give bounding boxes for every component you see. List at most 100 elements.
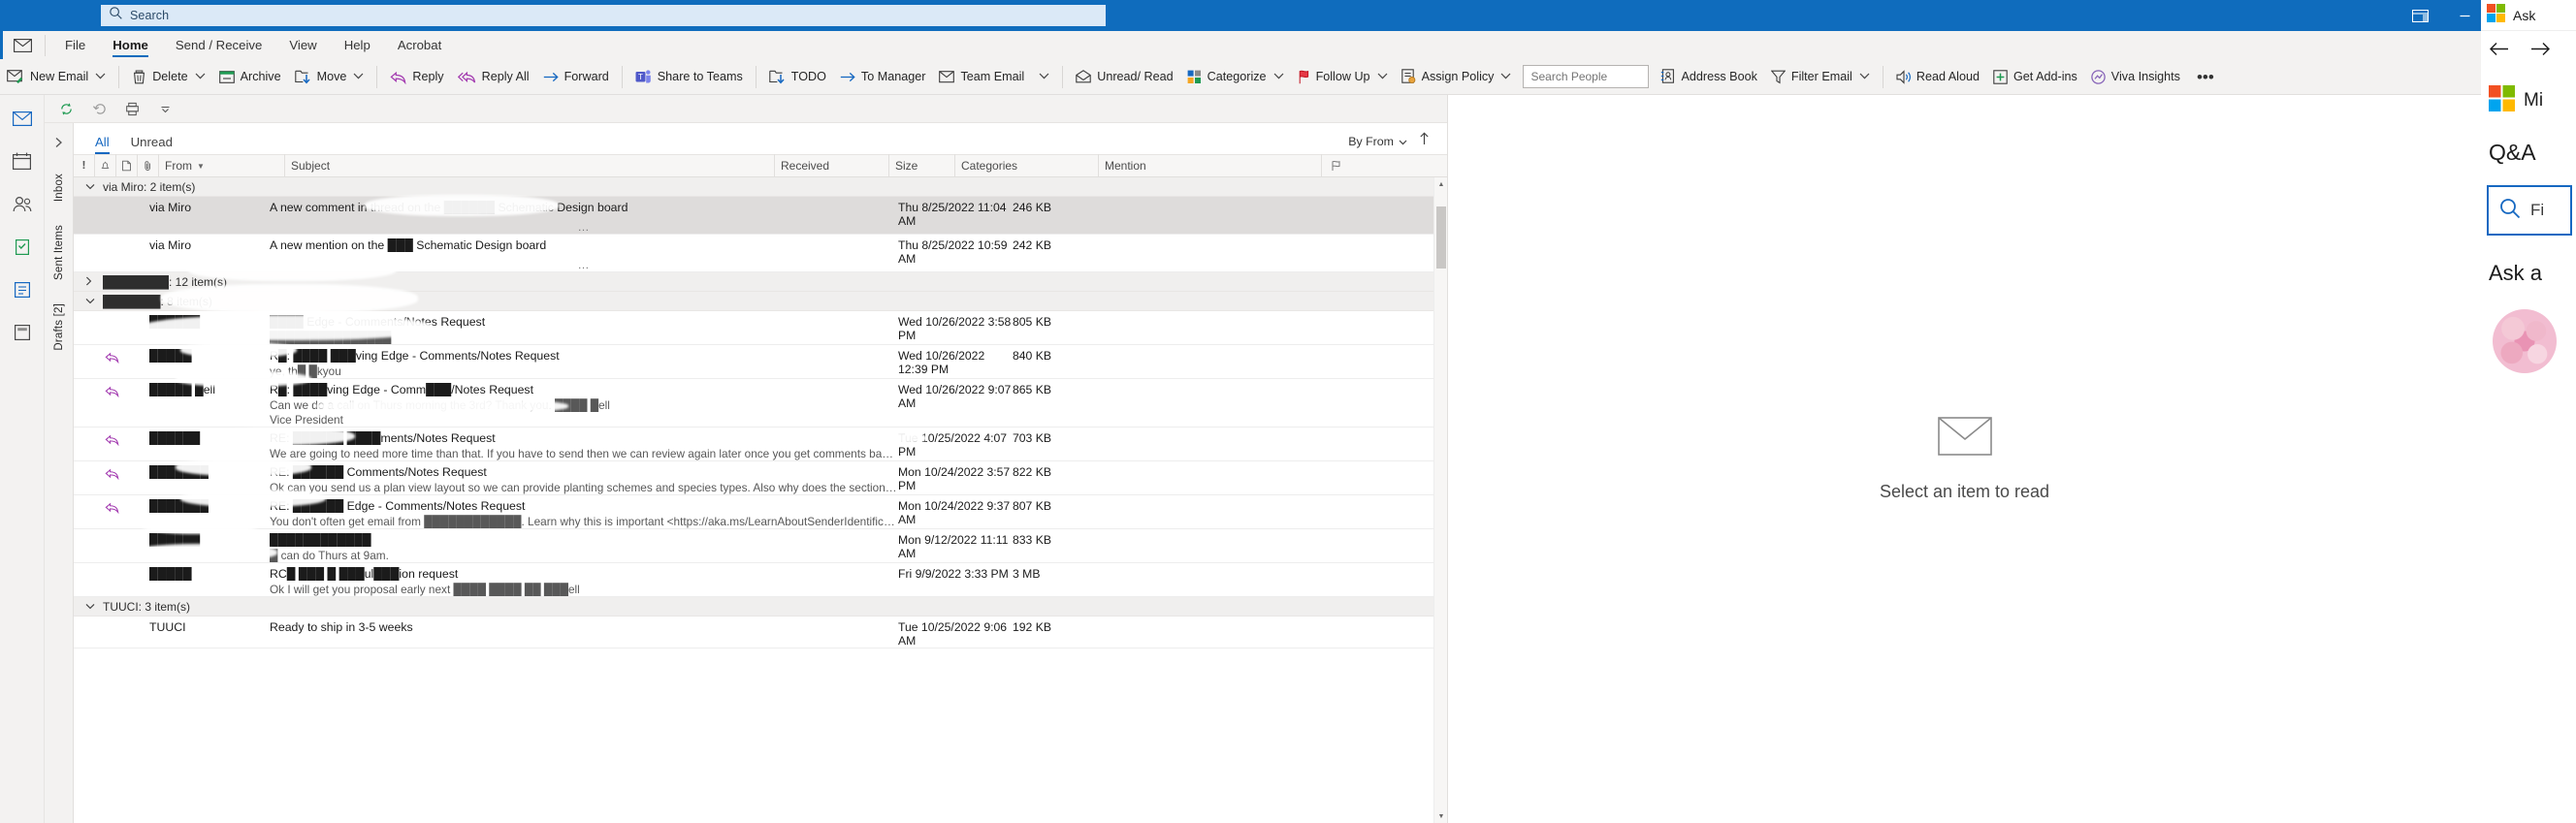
message-row[interactable]: ███████ RE: ██████ Comments/Notes Request… xyxy=(74,461,1447,495)
menu-item-help[interactable]: Help xyxy=(331,31,384,59)
chevron-down-icon[interactable] xyxy=(85,602,95,612)
message-subject-preview: Ready to ship in 3-5 weeks xyxy=(270,620,898,634)
ribbon-button-move[interactable]: Move xyxy=(288,64,371,90)
message-truncation-dots: … xyxy=(577,220,591,234)
message-group-header[interactable]: ████████: 12 item(s) xyxy=(74,272,1447,292)
sort-descending-icon: ▼ xyxy=(197,161,205,171)
message-group-header[interactable]: TUUCI: 3 item(s) xyxy=(74,597,1447,617)
ribbon-button-archive[interactable]: Archive xyxy=(212,64,288,90)
mail-module-icon[interactable] xyxy=(0,31,43,59)
folder-tab-inbox[interactable]: Inbox xyxy=(53,162,65,213)
menu-item-acrobat[interactable]: Acrobat xyxy=(384,31,455,59)
menu-item-home[interactable]: Home xyxy=(99,31,162,59)
column-header-subject[interactable]: Subject xyxy=(285,154,775,177)
scroll-up-arrow[interactable]: ▲ xyxy=(1434,177,1447,191)
ribbon-display-options-button[interactable] xyxy=(2398,0,2442,31)
ribbon-button-forward[interactable]: Forward xyxy=(536,64,616,90)
tasks-icon[interactable] xyxy=(7,233,38,260)
customize-quick-access-icon[interactable] xyxy=(150,97,179,121)
chevron-down-icon[interactable] xyxy=(85,182,95,192)
message-size: 807 KB xyxy=(1013,499,1051,513)
arrow-right-icon[interactable] xyxy=(2530,42,2551,61)
addin-search-input[interactable]: Fi xyxy=(2487,185,2572,236)
message-row[interactable]: ██████ ████████████ █ can do Thurs at 9am.… xyxy=(74,529,1447,563)
filter-tab-unread[interactable]: Unread xyxy=(131,135,173,154)
ribbon-button-share-to-teams[interactable]: T Share to Teams xyxy=(628,64,750,90)
chevron-right-icon[interactable] xyxy=(85,276,95,288)
ribbon-button-follow-up[interactable]: Follow Up xyxy=(1291,64,1395,90)
to-manager-icon xyxy=(840,70,855,84)
message-row[interactable]: via Miro A new mention on the ███ Schemat… xyxy=(74,235,1447,272)
scrollbar-thumb[interactable] xyxy=(1436,206,1446,269)
ribbon-button-delete[interactable]: Delete xyxy=(125,64,211,90)
folder-tab-drafts-2[interactable]: Drafts [2] xyxy=(53,292,65,363)
ribbon-button-categorize[interactable]: Categorize xyxy=(1180,64,1291,90)
mail-icon[interactable] xyxy=(7,105,38,132)
ribbon-button-reply-all[interactable]: Reply All xyxy=(451,64,536,90)
calendar-icon[interactable] xyxy=(7,147,38,174)
menu-item-view[interactable]: View xyxy=(275,31,330,59)
user-avatar[interactable] xyxy=(2493,309,2557,373)
column-header-from[interactable]: From ▼ xyxy=(159,154,285,177)
chevron-down-icon[interactable] xyxy=(85,297,95,306)
expand-folder-pane-button[interactable] xyxy=(45,123,74,162)
message-row[interactable]: ███████ RE: ██████ Edge - Comments/Notes … xyxy=(74,495,1447,529)
people-icon[interactable] xyxy=(7,190,38,217)
scroll-down-arrow[interactable]: ▼ xyxy=(1434,809,1447,823)
filter-tab-all[interactable]: All xyxy=(95,135,110,154)
menu-item-file[interactable]: File xyxy=(51,31,99,59)
ribbon-button-todo[interactable]: TODO xyxy=(762,64,833,90)
ribbon-button-filter-email[interactable]: Filter Email xyxy=(1764,64,1877,90)
message-row-content: ██████ RE: ██████ ████ments/Notes Request… xyxy=(149,431,898,460)
message-row[interactable]: █████ █ell R█: ████ving Edge - Comm███/No… xyxy=(74,379,1447,427)
print-icon[interactable] xyxy=(117,97,146,121)
ribbon-button-assign-policy[interactable]: Assign Policy xyxy=(1395,64,1519,90)
column-header-mention[interactable]: Mention xyxy=(1099,154,1322,177)
ribbon-button-reply[interactable]: Reply xyxy=(383,64,450,90)
ribbon-button-new-email[interactable]: New Email xyxy=(0,64,113,90)
message-row-gutter xyxy=(74,349,149,368)
todo-app-icon[interactable] xyxy=(7,275,38,302)
message-subject-preview: RE: ██████ Edge - Comments/Notes Request… xyxy=(270,499,898,528)
message-row[interactable]: █████ R█: ████ ███ving Edge - Comments/No… xyxy=(74,345,1447,379)
undo-icon[interactable] xyxy=(84,97,113,121)
global-search-input[interactable]: Search xyxy=(101,5,1106,26)
sort-by-button[interactable]: By From xyxy=(1348,135,1407,148)
column-header-categories[interactable]: Categories xyxy=(955,154,1099,177)
message-from: █████ xyxy=(149,349,192,363)
message-row[interactable]: ██████ ████ Edge - Comments/Notes Request… xyxy=(74,311,1447,345)
column-header-reminder[interactable] xyxy=(95,154,116,177)
ribbon-button-unread-read[interactable]: Unread/ Read xyxy=(1069,64,1179,90)
ribbon-button-viva-insights[interactable]: Viva Insights xyxy=(2084,64,2187,90)
message-group-header[interactable]: via Miro: 2 item(s) xyxy=(74,177,1447,197)
message-row[interactable]: via Miro A new comment in thread on the █… xyxy=(74,197,1447,235)
menu-item-send-receive[interactable]: Send / Receive xyxy=(162,31,275,59)
column-header-importance[interactable]: ! xyxy=(74,154,95,177)
message-group-header[interactable]: ███████: 8 item(s) xyxy=(74,292,1447,311)
message-row[interactable]: TUUCI Ready to ship in 3-5 weeks Tue 10/25… xyxy=(74,617,1447,649)
ribbon-button-read-aloud[interactable]: Read Aloud xyxy=(1889,64,1986,90)
arrow-up-icon[interactable] xyxy=(1419,132,1430,150)
folder-tab-sent-items[interactable]: Sent Items xyxy=(53,213,65,292)
ribbon-button-team-email[interactable]: Team Email xyxy=(932,64,1031,90)
ribbon-button-to-manager[interactable]: To Manager xyxy=(833,64,933,90)
message-row-content: via Miro A new mention on the ███ Schemat… xyxy=(149,238,898,271)
message-row[interactable]: ██████ RE: ██████ ████ments/Notes Request… xyxy=(74,427,1447,461)
message-subject: RE: ██████ Comments/Notes Request xyxy=(270,465,487,479)
column-header-flag[interactable] xyxy=(1322,154,1349,177)
search-people-input[interactable] xyxy=(1523,65,1650,88)
notes-icon[interactable] xyxy=(7,318,38,345)
ribbon-button-get-add-ins[interactable]: Get Add-ins xyxy=(1986,64,2084,90)
message-list-scrollbar[interactable]: ▲ ▼ xyxy=(1433,177,1447,823)
arrow-left-icon[interactable] xyxy=(2489,42,2509,61)
ribbon-button-address-book[interactable]: Address Book xyxy=(1654,64,1763,90)
message-row[interactable]: █████ RC█ ███ █ ███ul███ion request Ok I w… xyxy=(74,563,1447,597)
column-header-attachment[interactable] xyxy=(138,154,159,177)
column-header-item-type[interactable] xyxy=(116,154,138,177)
column-header-size[interactable]: Size xyxy=(889,154,955,177)
ribbon-button-quickstep-more[interactable] xyxy=(1031,64,1056,90)
ribbon-overflow-button[interactable]: ••• xyxy=(2187,69,2224,85)
address-book-icon xyxy=(1660,69,1675,84)
send-receive-all-icon[interactable] xyxy=(51,97,80,121)
column-header-received[interactable]: Received xyxy=(775,154,889,177)
